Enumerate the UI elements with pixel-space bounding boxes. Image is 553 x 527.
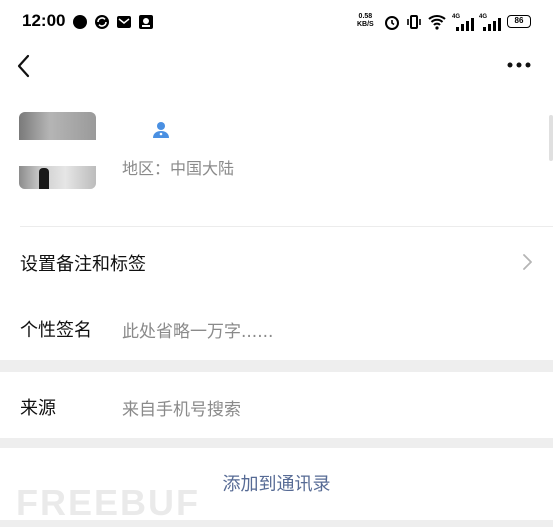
sync-icon — [95, 15, 109, 29]
status-time: 12:00 — [22, 11, 66, 30]
signal-1-icon — [456, 18, 474, 31]
alarm-icon — [385, 16, 399, 30]
scroll-indicator — [549, 115, 553, 161]
avatar[interactable] — [19, 112, 96, 189]
section-gap — [0, 360, 553, 372]
divider — [20, 226, 553, 227]
ellipsis-icon[interactable] — [506, 60, 532, 70]
net-speed: 0.58 KB/S — [357, 13, 374, 29]
mail-icon — [117, 16, 131, 28]
signal-2-icon — [483, 18, 501, 31]
source-value: 来自手机号搜索 — [122, 400, 241, 420]
chevron-left-icon[interactable] — [14, 52, 34, 80]
vibrate-icon — [407, 15, 421, 29]
remark-tags-row[interactable]: 设置备注和标签 — [0, 228, 553, 296]
user-icon — [153, 122, 169, 138]
region-text: 地区：中国大陆 — [122, 159, 235, 178]
chevron-right-icon — [523, 254, 532, 270]
watermark: FREEBUF — [16, 482, 200, 523]
status-bar: 12:00 0.58 KB/S 4G 4G 86 — [0, 0, 553, 46]
signature-row: 个性签名 此处省略一万字...... — [0, 296, 553, 360]
battery-indicator: 86 — [507, 15, 531, 28]
section-gap — [0, 520, 553, 527]
section-gap — [0, 438, 553, 448]
app-notification-icon — [139, 15, 153, 29]
remark-tags-label: 设置备注和标签 — [20, 254, 146, 275]
nav-bar — [0, 46, 553, 86]
net-speed-unit: KB/S — [357, 21, 374, 28]
signature-label: 个性签名 — [20, 320, 92, 341]
profile-header — [0, 100, 553, 227]
wifi-icon — [428, 15, 446, 30]
signature-value: 此处省略一万字...... — [122, 322, 274, 342]
notification-dot-icon — [73, 15, 87, 29]
net-speed-value: 0.58 — [358, 13, 373, 20]
source-row: 来源 来自手机号搜索 — [0, 372, 553, 438]
source-label: 来源 — [20, 398, 56, 419]
